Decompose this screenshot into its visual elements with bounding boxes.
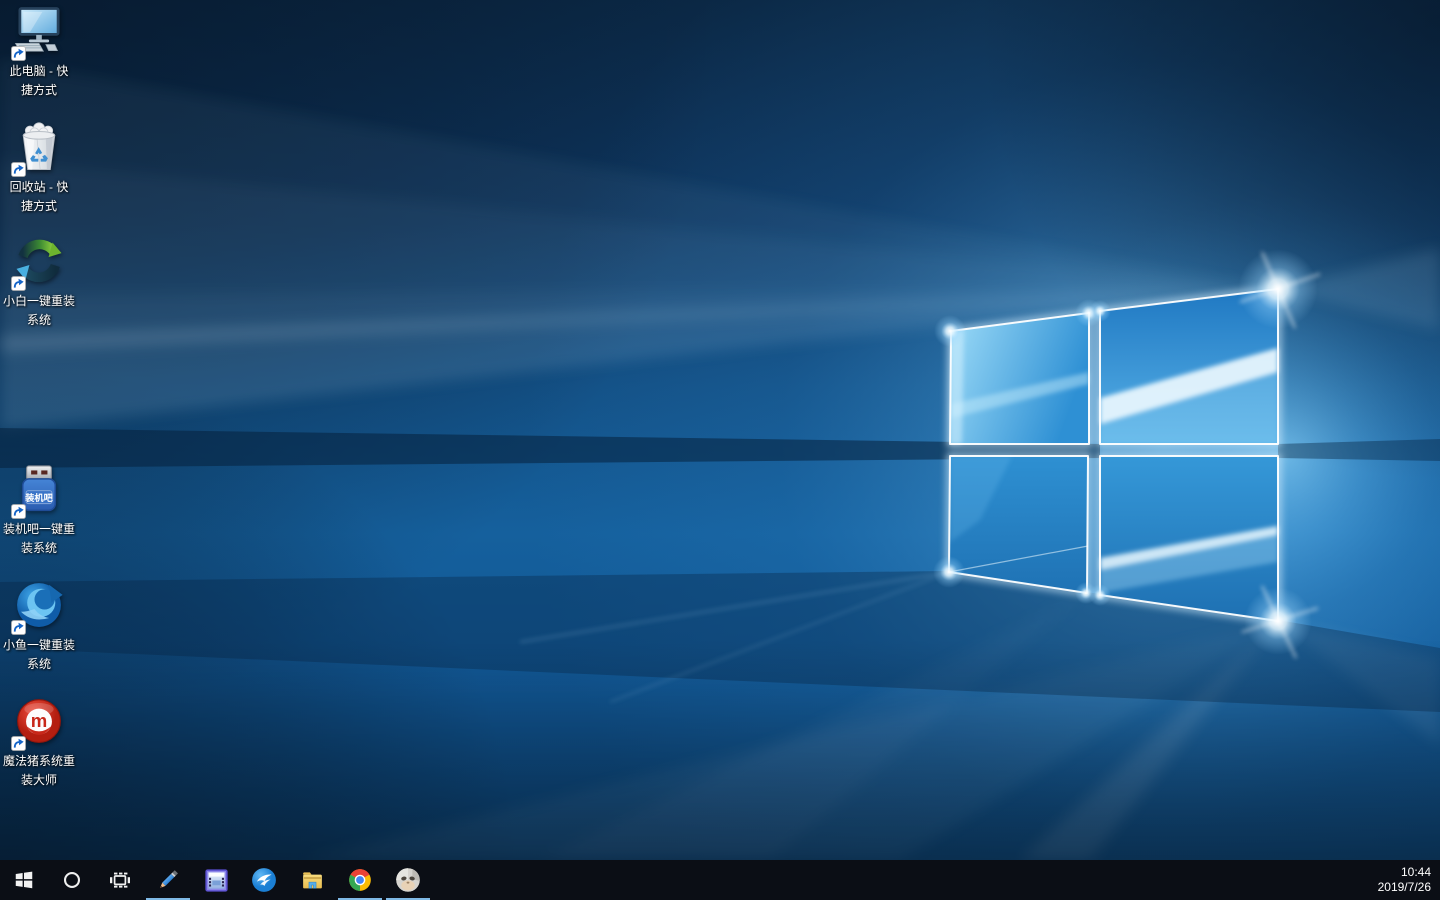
task-view-button[interactable] — [96, 860, 144, 900]
pencil-icon — [160, 870, 178, 889]
search-button[interactable] — [48, 860, 96, 900]
pinned-app-video-player[interactable] — [192, 860, 240, 900]
shortcut-arrow-overlay — [11, 620, 26, 635]
desktop-icon-label: 此电脑 - 快 捷方式 — [9, 64, 69, 97]
pinned-app-file-explorer[interactable] — [288, 860, 336, 900]
clock-date: 2019/7/26 — [1377, 880, 1431, 894]
taskbar: 10:44 2019/7/26 — [0, 860, 1440, 900]
pinned-app-chrome[interactable] — [336, 860, 384, 900]
desktop-icon-xiaobai[interactable]: 小白一键重装 系统 — [0, 234, 78, 330]
windows-start-icon — [15, 871, 33, 889]
desktop-icon-mofazhu[interactable]: m 魔法猪系统重 装大师 — [0, 694, 78, 790]
chrome-icon — [349, 869, 371, 891]
shortcut-arrow-overlay — [11, 736, 26, 751]
desktop-icon-label: 小鱼一键重装 系统 — [2, 638, 75, 671]
taskbar-clock[interactable]: 10:44 2019/7/26 — [1378, 860, 1440, 900]
film-strip-icon — [204, 868, 228, 892]
desktop-icon-xiaoyu[interactable]: 小鱼一键重装 系统 — [0, 578, 78, 674]
windows-desktop-screen: 此电脑 - 快 捷方式 回收站 - 快 捷方式 小白一键重装 系统 装机吧 装机… — [0, 0, 1440, 900]
shortcut-arrow-overlay — [11, 46, 26, 61]
shortcut-arrow-overlay — [11, 276, 26, 291]
desktop-icon-label: 回收站 - 快 捷方式 — [9, 180, 69, 213]
clock-time: 10:44 — [1400, 865, 1431, 879]
desktop-icon-label: 装机吧一键重 装系统 — [2, 522, 75, 555]
shortcut-arrow-overlay — [11, 162, 26, 177]
shortcut-arrow-overlay — [11, 504, 26, 519]
file-explorer-folder-icon — [302, 871, 322, 889]
desktop-icon-this-pc[interactable]: 此电脑 - 快 捷方式 — [0, 4, 78, 100]
wing-messenger-icon — [252, 868, 276, 892]
task-view-icon — [110, 872, 130, 888]
desktop-icon-label: 魔法猪系统重 装大师 — [2, 754, 75, 787]
start-button[interactable] — [0, 860, 48, 900]
svg-text:m: m — [31, 710, 48, 731]
windows-hero-wallpaper — [0, 0, 1440, 860]
cat-avatar-icon — [396, 868, 420, 892]
svg-text:装机吧: 装机吧 — [24, 492, 53, 503]
desktop-icon-label: 小白一键重装 系统 — [2, 294, 75, 327]
pinned-app-cat-avatar[interactable] — [384, 860, 432, 900]
desktop-icon-recycle-bin[interactable]: 回收站 - 快 捷方式 — [0, 120, 78, 216]
cortana-search-icon — [63, 871, 81, 889]
desktop-icon-zhuangjiba[interactable]: 装机吧 装机吧一键重 装系统 — [0, 462, 78, 558]
desktop[interactable]: 此电脑 - 快 捷方式 回收站 - 快 捷方式 小白一键重装 系统 装机吧 装机… — [0, 0, 1440, 860]
pinned-app-wing-messenger[interactable] — [240, 860, 288, 900]
pinned-app-pencil[interactable] — [144, 860, 192, 900]
